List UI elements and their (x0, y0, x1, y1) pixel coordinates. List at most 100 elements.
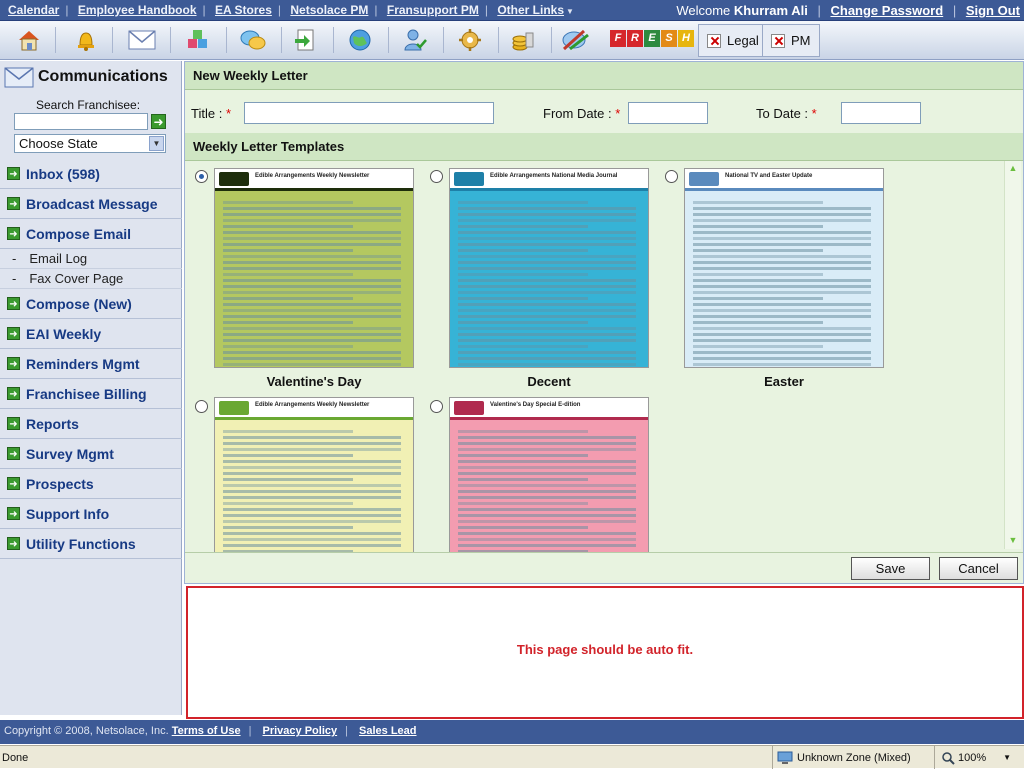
user-check-icon[interactable] (398, 24, 432, 56)
template-text-line (223, 249, 353, 252)
template-text-line (223, 484, 401, 487)
chevron-down-icon[interactable]: ▼ (1003, 753, 1011, 762)
template-text-line (458, 508, 636, 511)
template-radio[interactable] (665, 170, 678, 183)
change-password-link[interactable]: Change Password (830, 3, 943, 18)
sidebar-item-prospects[interactable]: ➜ Prospects (0, 469, 182, 499)
template-text-line (223, 255, 401, 258)
zoom-control[interactable]: 100% ▼ (934, 746, 1024, 769)
template-text-line (223, 496, 401, 499)
template-radio[interactable] (195, 170, 208, 183)
zone-text: Unknown Zone (Mixed) (797, 751, 911, 764)
template-caption: Easter (764, 374, 804, 389)
chat-icon[interactable] (236, 24, 270, 56)
chevron-down-icon[interactable]: ▼ (149, 136, 164, 151)
template-text-line (223, 538, 401, 541)
username: Khurram Ali (733, 3, 808, 18)
choose-state-value: Choose State (19, 136, 98, 151)
sidebar-item-inbox[interactable]: ➜ Inbox (598) (0, 159, 182, 189)
save-button[interactable]: Save (851, 557, 930, 580)
template-text-line (223, 436, 401, 439)
sidebar-item-support-info[interactable]: ➜ Support Info (0, 499, 182, 529)
sidebar-item-broadcast-message[interactable]: ➜ Broadcast Message (0, 189, 182, 219)
cancel-button[interactable]: Cancel (939, 557, 1018, 580)
coins-icon[interactable] (506, 24, 540, 56)
template-radio[interactable] (195, 400, 208, 413)
tab-legal-label: Legal (727, 33, 759, 48)
ea-stores-link[interactable]: EA Stores (215, 3, 272, 17)
template-text-line (458, 255, 636, 258)
template-thumbnail[interactable]: Edible Arrangements National Media Journ… (449, 168, 649, 368)
search-go-button[interactable]: ➜ (151, 114, 166, 129)
template-text-line (458, 267, 636, 270)
sidebar-item-eai-weekly[interactable]: ➜ EAI Weekly (0, 319, 182, 349)
mail-icon[interactable] (125, 24, 159, 56)
from-date-input[interactable] (628, 102, 708, 124)
fresh-logo[interactable]: F R E S H (610, 30, 694, 47)
close-icon[interactable] (707, 33, 721, 48)
sidebar-subitem-fax-cover-page[interactable]: - Fax Cover Page (0, 269, 182, 289)
sidebar-item-reports[interactable]: ➜ Reports (0, 409, 182, 439)
sidebar-item-compose-email[interactable]: ➜ Compose Email (0, 219, 182, 249)
template-text-line (223, 231, 401, 234)
arrow-right-icon: ➜ (7, 227, 20, 240)
sidebar-item-reminders-mgmt[interactable]: ➜ Reminders Mgmt (0, 349, 182, 379)
template-thumbnail[interactable]: Edible Arrangements Weekly Newsletter (214, 168, 414, 368)
template-thumbnail[interactable]: Edible Arrangements Weekly Newsletter (214, 397, 414, 552)
sidebar-item-survey-mgmt[interactable]: ➜ Survey Mgmt (0, 439, 182, 469)
template-text-line (458, 291, 636, 294)
template-text-line (223, 201, 353, 204)
scroll-up-icon[interactable]: ▲ (1006, 163, 1020, 175)
template-text-line (223, 466, 401, 469)
sales-lead-link[interactable]: Sales Lead (359, 725, 416, 737)
title-input[interactable] (244, 102, 494, 124)
template-text-line (458, 454, 588, 457)
template-thumbnail[interactable]: National TV and Easter Update (684, 168, 884, 368)
sidebar-item-compose-new[interactable]: ➜ Compose (New) (0, 289, 182, 319)
tab-pm[interactable]: PM (762, 24, 820, 57)
tools-icon[interactable] (558, 24, 592, 56)
privacy-policy-link[interactable]: Privacy Policy (263, 725, 338, 737)
employee-handbook-link[interactable]: Employee Handbook (78, 3, 197, 17)
sidebar-item-franchisee-billing[interactable]: ➜ Franchisee Billing (0, 379, 182, 409)
sidebar-subitem-email-log[interactable]: - Email Log (0, 249, 182, 269)
fransupport-pm-link[interactable]: Fransupport PM (387, 3, 479, 17)
export-icon[interactable] (288, 24, 322, 56)
calendar-link[interactable]: Calendar (8, 3, 59, 17)
terms-of-use-link[interactable]: Terms of Use (172, 725, 241, 737)
scroll-down-icon[interactable]: ▼ (1006, 535, 1020, 547)
close-icon[interactable] (771, 33, 785, 48)
chevron-down-icon[interactable]: ▼ (566, 7, 574, 16)
to-date-input[interactable] (841, 102, 921, 124)
vertical-scrollbar[interactable]: ▲ ▼ (1004, 161, 1021, 549)
template-text-line (223, 279, 401, 282)
search-franchisee-input[interactable] (14, 113, 148, 130)
other-links-menu[interactable]: Other Links (497, 3, 564, 17)
sidebar-item-utility-functions[interactable]: ➜ Utility Functions (0, 529, 182, 559)
home-icon[interactable] (12, 24, 46, 56)
choose-state-select[interactable]: Choose State ▼ (14, 134, 166, 153)
sign-out-link[interactable]: Sign Out (966, 3, 1020, 18)
template-text-line (693, 363, 871, 366)
bell-icon[interactable] (69, 24, 103, 56)
settings-icon[interactable] (453, 24, 487, 56)
template-text-line (693, 297, 823, 300)
template-text-line (458, 442, 636, 445)
netsolace-pm-link[interactable]: Netsolace PM (290, 3, 368, 17)
blocks-icon[interactable] (181, 24, 215, 56)
template-text-line (458, 460, 636, 463)
template-text-line (693, 201, 823, 204)
panel-title: New Weekly Letter (185, 62, 1023, 90)
globe-icon[interactable] (343, 24, 377, 56)
template-radio[interactable] (430, 400, 443, 413)
tab-legal[interactable]: Legal (698, 24, 768, 57)
letter-form-row: Title : * From Date : * To Date : * (185, 92, 1023, 134)
template-radio[interactable] (430, 170, 443, 183)
arrow-right-icon: ➜ (7, 297, 20, 310)
template-text-line (223, 267, 401, 270)
template-text-line (693, 327, 871, 330)
template-text-line (223, 508, 401, 511)
template-text-line (693, 321, 823, 324)
template-thumbnail[interactable]: Valentine's Day Special E-dition (449, 397, 649, 552)
template-text-line (223, 460, 401, 463)
